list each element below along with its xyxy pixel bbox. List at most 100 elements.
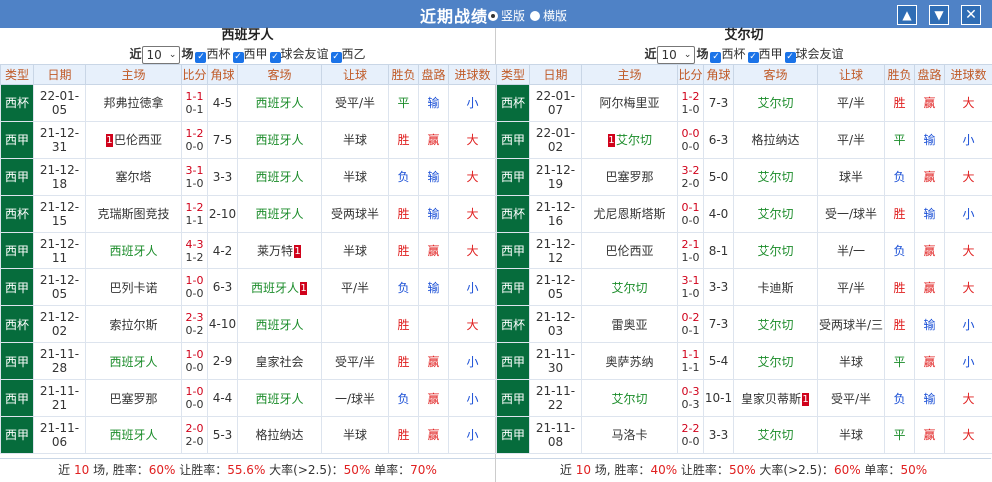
table-row[interactable]: 西甲 21-12-05 艾尔切 3-1 1-0 3-3 卡迪斯 平/半胜赢大 (496, 268, 992, 307)
column-header[interactable]: 类型 (496, 64, 530, 85)
home-team-cell[interactable]: 西班牙人 (85, 416, 182, 454)
column-header[interactable]: 让球 (817, 64, 885, 85)
table-row[interactable]: 西甲 21-12-19 巴塞罗那 3-2 2-0 5-0 艾尔切 球半负赢大 (496, 157, 992, 196)
home-team-cell[interactable]: 雷奥亚 (581, 305, 678, 344)
table-row[interactable]: 西甲 21-12-05 巴列卡诺 1-0 0-0 6-3 西班牙人1 平/半负输小 (0, 268, 497, 307)
filter-label: 西甲 (758, 47, 783, 61)
radio-icon[interactable] (488, 10, 498, 21)
column-header[interactable]: 类型 (0, 64, 34, 85)
table-row[interactable]: 西甲 21-11-21 巴塞罗那 1-0 0-0 4-4 西班牙人 一/球半负赢小 (0, 379, 497, 418)
table-row[interactable]: 西杯 21-12-02 索拉尔斯 2-3 0-2 4-10 西班牙人 胜大 (0, 305, 497, 344)
radio-icon[interactable] (530, 10, 540, 21)
away-team-cell[interactable]: 西班牙人 (237, 379, 322, 418)
checkbox-icon[interactable]: ✓ (330, 52, 342, 63)
table-row[interactable]: 西甲 21-11-30 奥萨苏纳 1-1 1-1 5-4 艾尔切 半球平赢小 (496, 342, 992, 381)
column-header[interactable]: 客场 (237, 64, 322, 85)
column-header[interactable]: 客场 (733, 64, 818, 85)
handicap-result: 输 (914, 379, 945, 418)
away-team-cell[interactable]: 艾尔切 (733, 157, 818, 196)
table-row[interactable]: 西杯 21-12-15 克瑞斯图竞技 1-2 1-1 2-10 西班牙人 受两球半胜输大 (0, 194, 497, 233)
view-vertical-option[interactable]: 竖版 (488, 7, 525, 24)
away-team-cell[interactable]: 艾尔切 (733, 231, 818, 270)
close-icon[interactable]: ✕ (961, 5, 981, 25)
table-row[interactable]: 西甲 21-11-06 西班牙人 2-0 2-0 5-3 格拉纳达 半球胜赢小 (0, 416, 497, 454)
table-row[interactable]: 西甲 21-12-31 1巴伦西亚 1-2 0-0 7-5 西班牙人 半球胜赢大 (0, 120, 497, 159)
table-row[interactable]: 西甲 22-01-02 1艾尔切 0-0 0-0 6-3 格拉纳达 平/半平输小 (496, 120, 992, 159)
arrow-down-icon[interactable]: ▼ (929, 5, 949, 25)
checkbox-icon[interactable]: ✓ (195, 52, 207, 63)
arrow-up-icon[interactable]: ▲ (897, 5, 917, 25)
checkbox-icon[interactable]: ✓ (232, 52, 244, 63)
home-team-cell[interactable]: 艾尔切 (581, 268, 678, 307)
away-team-cell[interactable]: 皇家贝蒂斯1 (733, 379, 818, 418)
checkbox-icon[interactable]: ✓ (710, 52, 722, 63)
column-header[interactable]: 主场 (85, 64, 182, 85)
table-row[interactable]: 西甲 21-11-22 艾尔切 0-3 0-3 10-1 皇家贝蒂斯1 受平/半负输大 (496, 379, 992, 418)
home-team-cell[interactable]: 塞尔塔 (85, 157, 182, 196)
away-team-cell[interactable]: 艾尔切 (733, 342, 818, 381)
home-team-cell[interactable]: 西班牙人 (85, 342, 182, 381)
away-team-cell[interactable]: 格拉纳达 (733, 120, 818, 159)
column-header[interactable]: 盘路 (418, 64, 449, 85)
checkbox-icon[interactable]: ✓ (747, 52, 759, 63)
view-horizontal-option[interactable]: 横版 (530, 7, 567, 24)
recent-count-select[interactable]: 10 ⌄ (142, 45, 181, 64)
home-team-cell[interactable]: 克瑞斯图竞技 (85, 194, 182, 233)
table-row[interactable]: 西甲 21-11-28 西班牙人 1-0 0-0 2-9 皇家社会 受平/半胜赢小 (0, 342, 497, 381)
away-team-cell[interactable]: 艾尔切 (733, 84, 818, 122)
home-team-cell[interactable]: 马洛卡 (581, 416, 678, 454)
home-team-cell[interactable]: 西班牙人 (85, 231, 182, 270)
away-team-cell[interactable]: 莱万特1 (237, 231, 322, 270)
away-team-cell[interactable]: 西班牙人1 (237, 268, 322, 307)
away-team-cell[interactable]: 皇家社会 (237, 342, 322, 381)
table-row[interactable]: 西杯 22-01-07 阿尔梅里亚 1-2 1-0 7-3 艾尔切 平/半胜赢大 (496, 84, 992, 122)
away-team-cell[interactable]: 卡迪斯 (733, 268, 818, 307)
column-header[interactable]: 角球 (703, 64, 734, 85)
column-header[interactable]: 进球数 (448, 64, 497, 85)
column-header[interactable]: 胜负 (388, 64, 419, 85)
table-row[interactable]: 西杯 21-12-16 尤尼恩斯塔斯 0-1 0-0 4-0 艾尔切 受一/球半胜输小 (496, 194, 992, 233)
home-team-cell[interactable]: 1艾尔切 (581, 120, 678, 159)
home-team-cell[interactable]: 巴塞罗那 (581, 157, 678, 196)
column-header[interactable]: 角球 (207, 64, 238, 85)
table-row[interactable]: 西甲 21-12-18 塞尔塔 3-1 1-0 3-3 西班牙人 半球负输大 (0, 157, 497, 196)
table-row[interactable]: 西甲 21-11-08 马洛卡 2-2 0-0 3-3 艾尔切 半球平赢大 (496, 416, 992, 454)
checkbox-icon[interactable]: ✓ (784, 52, 796, 63)
home-team-cell[interactable]: 1巴伦西亚 (85, 120, 182, 159)
home-team-cell[interactable]: 艾尔切 (581, 379, 678, 418)
away-team-cell[interactable]: 西班牙人 (237, 120, 322, 159)
half-time-score: 0-0 (185, 139, 204, 153)
handicap: 平/半 (817, 268, 885, 307)
away-team-cell[interactable]: 西班牙人 (237, 84, 322, 122)
column-header[interactable]: 盘路 (914, 64, 945, 85)
home-team-cell[interactable]: 索拉尔斯 (85, 305, 182, 344)
away-team-cell[interactable]: 艾尔切 (733, 194, 818, 233)
away-team-cell[interactable]: 西班牙人 (237, 157, 322, 196)
home-team-cell[interactable]: 邦弗拉徳拿 (85, 84, 182, 122)
column-header[interactable]: 比分 (677, 64, 704, 85)
checkbox-icon[interactable]: ✓ (269, 52, 281, 63)
column-header[interactable]: 让球 (321, 64, 389, 85)
away-team-cell[interactable]: 艾尔切 (733, 305, 818, 344)
column-header[interactable]: 比分 (181, 64, 208, 85)
away-team-cell[interactable]: 西班牙人 (237, 305, 322, 344)
recent-count-select[interactable]: 10 ⌄ (657, 45, 696, 64)
column-header[interactable]: 日期 (529, 64, 582, 85)
away-team-cell[interactable]: 艾尔切 (733, 416, 818, 454)
home-team-cell[interactable]: 巴伦西亚 (581, 231, 678, 270)
column-header[interactable]: 日期 (33, 64, 86, 85)
away-team-cell[interactable]: 西班牙人 (237, 194, 322, 233)
table-row[interactable]: 西杯 22-01-05 邦弗拉徳拿 1-1 0-1 4-5 西班牙人 受平/半平输小 (0, 84, 497, 122)
column-header[interactable]: 主场 (581, 64, 678, 85)
table-row[interactable]: 西甲 21-12-12 巴伦西亚 2-1 1-0 8-1 艾尔切 半/一负赢大 (496, 231, 992, 270)
home-team-cell[interactable]: 阿尔梅里亚 (581, 84, 678, 122)
table-row[interactable]: 西甲 21-12-11 西班牙人 4-3 1-2 4-2 莱万特1 半球胜赢大 (0, 231, 497, 270)
home-team-cell[interactable]: 奥萨苏纳 (581, 342, 678, 381)
home-team-cell[interactable]: 巴列卡诺 (85, 268, 182, 307)
home-team-cell[interactable]: 尤尼恩斯塔斯 (581, 194, 678, 233)
column-header[interactable]: 胜负 (884, 64, 915, 85)
away-team-cell[interactable]: 格拉纳达 (237, 416, 322, 454)
column-header[interactable]: 进球数 (944, 64, 992, 85)
table-row[interactable]: 西杯 21-12-03 雷奥亚 0-2 0-1 7-3 艾尔切 受两球半/三胜输小 (496, 305, 992, 344)
home-team-cell[interactable]: 巴塞罗那 (85, 379, 182, 418)
